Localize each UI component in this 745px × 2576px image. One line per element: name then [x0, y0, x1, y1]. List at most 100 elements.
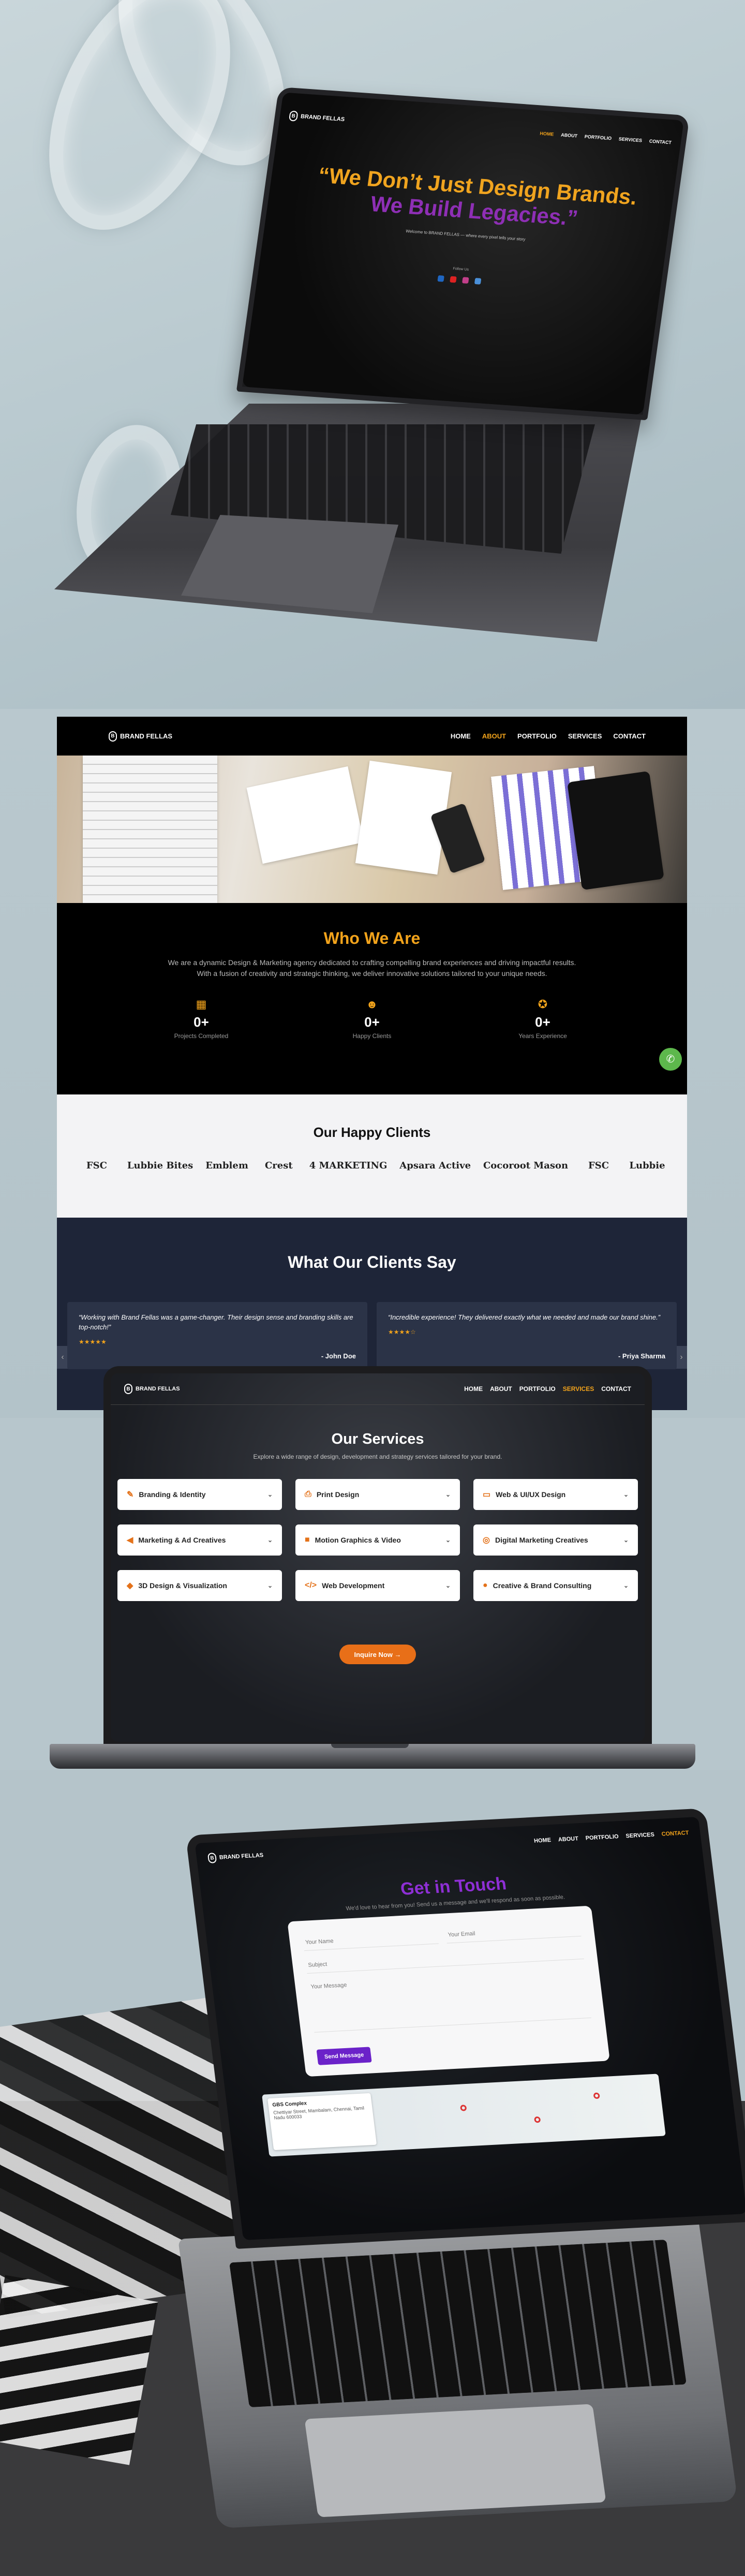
stat-label: Projects Completed — [174, 1032, 229, 1040]
whatsapp-chat-button[interactable]: ✆ — [659, 1048, 682, 1071]
nav-about[interactable]: ABOUT — [482, 732, 506, 740]
service-motion[interactable]: ■ Motion Graphics & Video ⌄ — [295, 1524, 460, 1556]
nav-about[interactable]: ABOUT — [561, 132, 578, 139]
code-icon: </> — [305, 1581, 317, 1590]
brand-logo[interactable]: B BRAND FELLAS — [109, 731, 172, 742]
name-field[interactable] — [302, 1927, 439, 1951]
nav-home[interactable]: HOME — [451, 732, 471, 740]
stat-experience: ✪ 0+ Years Experience — [506, 998, 579, 1040]
map-info-card: GBS Complex Chettiyar Street, Mambalam, … — [267, 2093, 377, 2151]
contact-mockup: B BRAND FELLAS HOME ABOUT PORTFOLIO SERV… — [0, 1770, 745, 2576]
client-logos: FSC Lubbie Bites Emblem Crest 4 MARKETIN… — [57, 1160, 687, 1171]
brand-logo[interactable]: B BRAND FELLAS — [207, 1850, 264, 1863]
service-label: Web Development — [322, 1581, 385, 1590]
service-label: Creative & Brand Consulting — [493, 1581, 592, 1590]
banner-keyboard — [83, 756, 217, 903]
nav-services[interactable]: SERVICES — [563, 1385, 594, 1393]
nav-about[interactable]: ABOUT — [558, 1835, 578, 1843]
laptop-trackpad — [304, 2404, 606, 2518]
section-title: Our Services — [331, 1431, 424, 1447]
main-nav: HOME ABOUT PORTFOLIO SERVICES CONTACT — [464, 1385, 631, 1393]
brand-logo[interactable]: B BRAND FELLAS — [124, 1384, 180, 1394]
stat-projects: ▦ 0+ Projects Completed — [165, 998, 237, 1040]
chevron-down-icon: ⌄ — [267, 1582, 273, 1589]
hero-navbar: B BRAND FELLAS HOME ABOUT PORTFOLIO SERV… — [288, 110, 672, 148]
nav-portfolio[interactable]: PORTFOLIO — [584, 134, 612, 141]
brand-name: BRAND FELLAS — [136, 1386, 180, 1392]
chevron-down-icon: ⌄ — [623, 1491, 629, 1498]
people-icon: ☻ — [366, 998, 378, 1011]
section-title: Who We Are — [323, 929, 421, 948]
chevron-down-icon: ⌄ — [445, 1491, 451, 1498]
about-page-mockup: B BRAND FELLAS HOME ABOUT PORTFOLIO SERV… — [0, 709, 745, 1418]
laptop-screen: B BRAND FELLAS HOME ABOUT PORTFOLIO SERV… — [236, 86, 690, 421]
nav-home[interactable]: HOME — [464, 1385, 483, 1393]
linkedin-icon[interactable] — [437, 275, 444, 282]
video-icon: ■ — [305, 1535, 310, 1544]
chevron-down-icon: ⌄ — [267, 1491, 273, 1498]
nav-contact[interactable]: CONTACT — [649, 139, 672, 145]
email-field[interactable] — [444, 1919, 582, 1944]
section-subtitle: Explore a wide range of design, developm… — [253, 1453, 502, 1460]
nav-contact[interactable]: CONTACT — [661, 1830, 689, 1838]
about-page: B BRAND FELLAS HOME ABOUT PORTFOLIO SERV… — [57, 717, 687, 1410]
send-message-button[interactable]: Send Message — [316, 2047, 372, 2065]
service-digital[interactable]: ◎ Digital Marketing Creatives ⌄ — [473, 1524, 638, 1556]
monitor-icon: ▭ — [483, 1490, 491, 1499]
nav-services[interactable]: SERVICES — [618, 136, 642, 143]
hero-mockup: B BRAND FELLAS HOME ABOUT PORTFOLIO SERV… — [0, 0, 745, 709]
service-consulting[interactable]: ● Creative & Brand Consulting ⌄ — [473, 1570, 638, 1601]
nav-contact[interactable]: CONTACT — [601, 1385, 631, 1393]
logo-mark: B — [109, 731, 117, 742]
nav-services[interactable]: SERVICES — [568, 732, 602, 740]
workspace-banner-image — [57, 756, 687, 903]
service-branding[interactable]: ✎ Branding & Identity ⌄ — [117, 1479, 282, 1510]
client-logo: FSC — [86, 1160, 107, 1171]
main-nav: HOME ABOUT PORTFOLIO SERVICES CONTACT — [451, 732, 646, 740]
nav-portfolio[interactable]: PORTFOLIO — [519, 1385, 556, 1393]
client-logo: Crest — [264, 1160, 293, 1171]
service-label: 3D Design & Visualization — [138, 1581, 227, 1590]
logo-mark: B — [124, 1384, 132, 1394]
nav-contact[interactable]: CONTACT — [613, 732, 646, 740]
client-logo: Lubbie — [629, 1160, 665, 1171]
nav-home[interactable]: HOME — [540, 131, 554, 137]
happy-clients-section: Our Happy Clients FSC Lubbie Bites Emble… — [57, 1094, 687, 1218]
message-field[interactable] — [308, 1966, 591, 2033]
service-marketing[interactable]: ◀ Marketing & Ad Creatives ⌄ — [117, 1524, 282, 1556]
print-icon: ⎙ — [305, 1490, 311, 1499]
service-web-ui[interactable]: ▭ Web & UI/UX Design ⌄ — [473, 1479, 638, 1510]
contact-form: Send Message — [287, 1905, 610, 2077]
nav-about[interactable]: ABOUT — [490, 1385, 512, 1393]
client-logo: Apsara Active — [399, 1160, 471, 1171]
megaphone-icon: ◀ — [127, 1536, 133, 1545]
laptop-keyboard — [229, 2239, 687, 2408]
services-mockup: B BRAND FELLAS HOME ABOUT PORTFOLIO SERV… — [0, 1351, 745, 1770]
service-webdev[interactable]: </> Web Development ⌄ — [295, 1570, 460, 1601]
map-address: Chettiyar Street, Mambalam, Chennai, Tam… — [273, 2105, 365, 2121]
logo-mark: B — [207, 1853, 217, 1863]
facebook-icon[interactable] — [474, 277, 482, 285]
brand-logo[interactable]: B BRAND FELLAS — [288, 110, 346, 125]
nav-portfolio[interactable]: PORTFOLIO — [517, 732, 557, 740]
service-print[interactable]: ⎙ Print Design ⌄ — [295, 1479, 460, 1510]
page-navbar: B BRAND FELLAS HOME ABOUT PORTFOLIO SERV… — [57, 717, 687, 756]
youtube-icon[interactable] — [450, 276, 457, 283]
laptop-screen: B BRAND FELLAS HOME ABOUT PORTFOLIO SERV… — [185, 1808, 745, 2249]
service-label: Branding & Identity — [139, 1490, 206, 1499]
location-map[interactable]: GBS Complex Chettiyar Street, Mambalam, … — [262, 2074, 666, 2157]
service-label: Print Design — [316, 1490, 360, 1499]
stat-label: Years Experience — [518, 1032, 567, 1040]
rating-stars: ★★★★☆ — [388, 1328, 416, 1336]
globe-icon: ◎ — [483, 1536, 490, 1545]
service-label: Web & UI/UX Design — [496, 1490, 566, 1499]
laptop-trackpad — [181, 515, 398, 613]
map-pin-icon — [460, 2105, 467, 2111]
nav-home[interactable]: HOME — [533, 1837, 551, 1844]
inquire-now-button[interactable]: Inquire Now → — [339, 1645, 416, 1664]
nav-portfolio[interactable]: PORTFOLIO — [585, 1833, 619, 1841]
nav-services[interactable]: SERVICES — [625, 1832, 655, 1840]
service-3d[interactable]: ◆ 3D Design & Visualization ⌄ — [117, 1570, 282, 1601]
calendar-icon: ▦ — [196, 998, 207, 1011]
instagram-icon[interactable] — [462, 277, 469, 284]
